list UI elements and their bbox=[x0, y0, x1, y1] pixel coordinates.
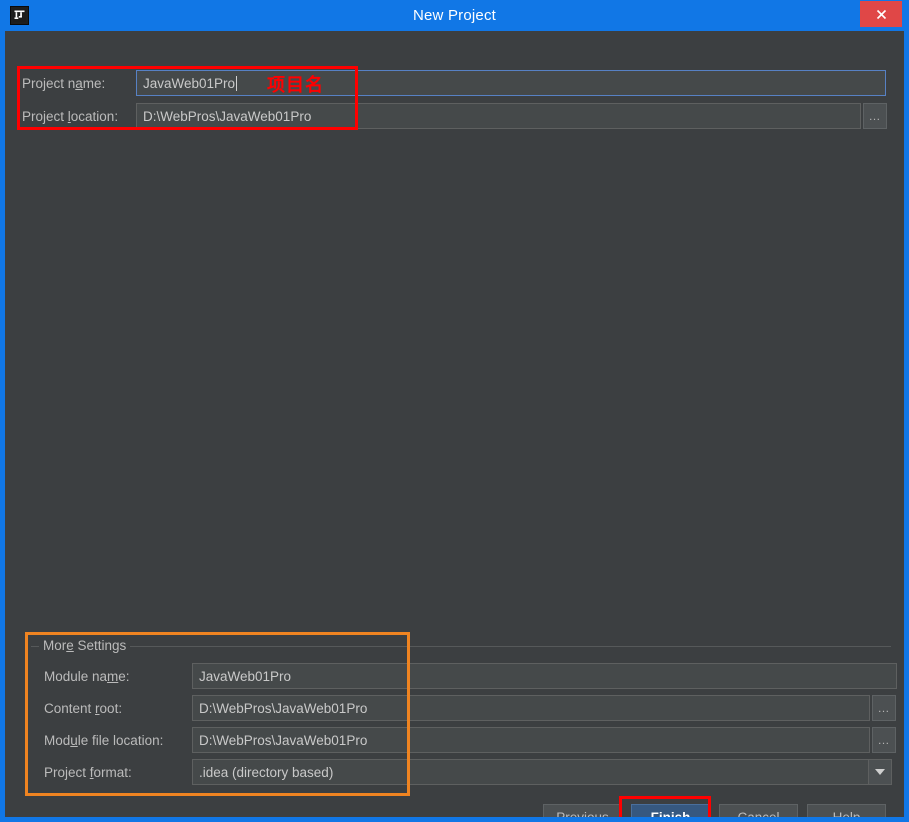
help-button[interactable]: Help bbox=[807, 803, 886, 817]
module-name-value: JavaWeb01Pro bbox=[199, 668, 292, 684]
module-file-location-browse-button[interactable]: … bbox=[872, 727, 896, 753]
module-file-location-label: Module file location: bbox=[44, 732, 164, 748]
close-icon[interactable] bbox=[860, 1, 902, 27]
ellipsis-icon: … bbox=[877, 733, 891, 747]
project-name-value: JavaWeb01Pro bbox=[143, 75, 236, 91]
project-format-select[interactable]: .idea (directory based) bbox=[192, 759, 892, 785]
module-name-label: Module name: bbox=[44, 668, 130, 684]
content-root-label: Content root: bbox=[44, 700, 123, 716]
project-name-row: Project name: JavaWeb01Pro bbox=[22, 70, 886, 96]
project-location-input[interactable]: D:\WebPros\JavaWeb01Pro bbox=[136, 103, 861, 129]
chevron-down-icon[interactable] bbox=[868, 760, 891, 784]
module-file-location-row: Module file location: D:\WebPros\JavaWeb… bbox=[44, 727, 896, 753]
project-location-browse-button[interactable]: … bbox=[863, 103, 887, 129]
previous-button[interactable]: Previous bbox=[543, 803, 622, 817]
finish-button[interactable]: Finish bbox=[631, 803, 710, 817]
project-name-label: Project name: bbox=[22, 75, 106, 91]
content-root-row: Content root: D:\WebPros\JavaWeb01Pro … bbox=[44, 695, 896, 721]
project-format-value: .idea (directory based) bbox=[199, 764, 334, 780]
module-file-location-input[interactable]: D:\WebPros\JavaWeb01Pro bbox=[192, 727, 870, 753]
project-location-value: D:\WebPros\JavaWeb01Pro bbox=[143, 108, 312, 124]
content-root-browse-button[interactable]: … bbox=[872, 695, 896, 721]
dialog-body: Project name: JavaWeb01Pro Project locat… bbox=[5, 31, 904, 817]
project-location-label: Project location: bbox=[22, 108, 119, 124]
ellipsis-icon: … bbox=[868, 109, 882, 123]
content-root-value: D:\WebPros\JavaWeb01Pro bbox=[199, 700, 368, 716]
module-file-location-value: D:\WebPros\JavaWeb01Pro bbox=[199, 732, 368, 748]
annotation-chinese-note: 项目名 bbox=[267, 75, 324, 96]
title-bar: New Project bbox=[5, 0, 904, 31]
project-format-row: Project format: .idea (directory based) bbox=[44, 759, 892, 785]
project-format-label: Project format: bbox=[44, 764, 132, 780]
ellipsis-icon: … bbox=[877, 701, 891, 715]
more-settings-legend: More Settings bbox=[39, 638, 131, 653]
module-name-row: Module name: JavaWeb01Pro bbox=[44, 663, 897, 689]
text-caret bbox=[236, 75, 238, 91]
project-name-input[interactable]: JavaWeb01Pro bbox=[136, 70, 886, 96]
more-settings-group: More Settings Module name: JavaWeb01Pro … bbox=[31, 638, 897, 790]
window-title: New Project bbox=[412, 7, 497, 24]
cancel-button[interactable]: Cancel bbox=[719, 803, 798, 817]
new-project-dialog-window: New Project Project name: JavaWeb01Pro P… bbox=[0, 0, 909, 822]
project-location-row: Project location: D:\WebPros\JavaWeb01Pr… bbox=[22, 103, 887, 129]
dialog-button-row: Previous Finish Cancel Help bbox=[5, 803, 904, 817]
module-name-input[interactable]: JavaWeb01Pro bbox=[192, 663, 897, 689]
intellij-idea-icon bbox=[10, 6, 29, 25]
content-root-input[interactable]: D:\WebPros\JavaWeb01Pro bbox=[192, 695, 870, 721]
